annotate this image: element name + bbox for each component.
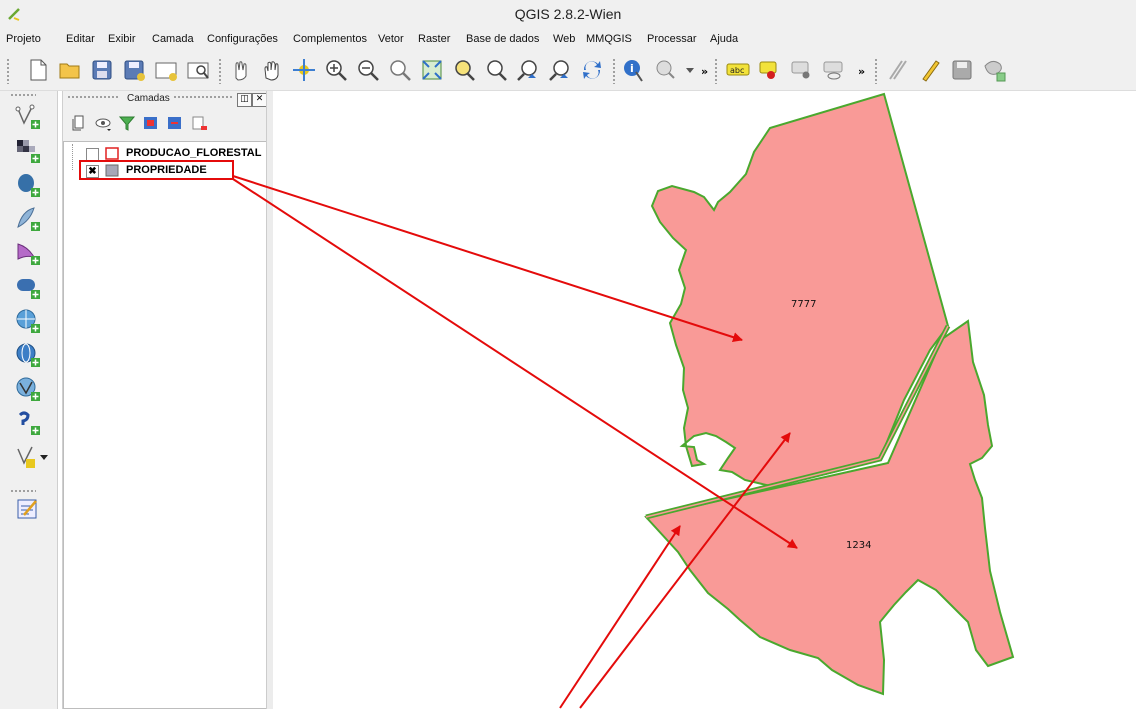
tree-guide (72, 144, 83, 170)
layer-symbol-icon[interactable] (105, 164, 119, 177)
expand-all-icon[interactable] (141, 113, 161, 133)
panel-grip[interactable] (173, 95, 233, 99)
manage-visibility-icon[interactable] (93, 113, 113, 133)
feature-label: 1234 (846, 540, 871, 551)
add-mssql-layer-icon[interactable] (14, 239, 42, 267)
title-bar: QGIS 2.8.2-Wien (0, 0, 1136, 30)
toolbar-overflow[interactable]: » (858, 65, 865, 78)
zoom-to-layer-icon[interactable] (482, 56, 510, 84)
open-project-icon[interactable] (56, 56, 84, 84)
add-annotation-icon[interactable] (14, 495, 42, 523)
dropdown-arrow-icon[interactable] (676, 56, 704, 84)
new-project-icon[interactable] (24, 56, 52, 84)
collapse-all-icon[interactable] (165, 113, 185, 133)
new-print-composer-icon[interactable] (152, 56, 180, 84)
toggle-editing-icon[interactable] (916, 56, 944, 84)
toolbar-grip[interactable] (874, 58, 878, 84)
zoom-out-icon[interactable] (354, 56, 382, 84)
close-panel-button[interactable]: ✕ (252, 93, 267, 107)
save-as-icon[interactable] (120, 56, 148, 84)
menu-complementos[interactable]: Complementos (293, 33, 367, 45)
window-title: QGIS 2.8.2-Wien (514, 6, 622, 22)
toolbar-grip[interactable] (6, 58, 10, 84)
menu-mmqgis[interactable]: MMQGIS (586, 33, 632, 45)
zoom-next-icon[interactable] (546, 56, 574, 84)
layer-labeling-icon[interactable] (756, 56, 784, 84)
add-raster-layer-icon[interactable] (14, 137, 42, 165)
add-wfs-layer-icon[interactable] (14, 375, 42, 403)
identify-features-icon[interactable]: i (620, 56, 648, 84)
zoom-full-icon[interactable] (418, 56, 446, 84)
add-wms-layer-icon[interactable] (14, 307, 42, 335)
add-spatialite-layer-icon[interactable] (14, 205, 42, 233)
pin-labels-icon[interactable] (788, 56, 816, 84)
toolbar-grip[interactable] (714, 58, 718, 84)
panel-grip[interactable] (67, 95, 119, 99)
toolbar-grip[interactable] (10, 489, 36, 493)
menu-web[interactable]: Web (553, 33, 575, 45)
current-edits-icon[interactable] (884, 56, 912, 84)
menu-projeto[interactable]: Projeto (6, 33, 41, 45)
pan-map-icon[interactable] (258, 56, 286, 84)
show-hide-labels-icon[interactable] (820, 56, 848, 84)
zoom-to-selection-icon[interactable] (450, 56, 478, 84)
panel-title: Camadas (127, 93, 170, 104)
new-shapefile-layer-icon[interactable] (14, 443, 50, 471)
label-icon[interactable]: abc (724, 56, 752, 84)
refresh-icon[interactable] (578, 56, 606, 84)
menu-exibir[interactable]: Exibir (108, 33, 136, 45)
menu-vetor[interactable]: Vetor (378, 33, 404, 45)
zoom-in-icon[interactable] (322, 56, 350, 84)
filter-legend-icon[interactable] (117, 113, 137, 133)
toolbar-grip[interactable] (10, 93, 36, 97)
save-layer-edits-icon[interactable] (948, 56, 976, 84)
map-canvas[interactable]: 7777 1234 (273, 91, 1136, 709)
main-toolbar: i » abc » (0, 50, 1136, 91)
feature-label: 7777 (791, 299, 816, 310)
layers-panel-toolbar (63, 111, 273, 137)
add-group-icon[interactable] (69, 113, 89, 133)
menu-bar: Projeto Editar Exibir Camada Configuraçõ… (0, 30, 1136, 50)
add-wcs-layer-icon[interactable] (14, 341, 42, 369)
layers-panel: Camadas ◫ ✕ PRODUCAO_FLORESTAL ✖ PROPRIE… (62, 91, 273, 709)
save-project-icon[interactable] (88, 56, 116, 84)
manage-layers-toolbar (0, 91, 58, 709)
menu-ajuda[interactable]: Ajuda (710, 33, 738, 45)
add-delimited-text-layer-icon[interactable] (14, 409, 42, 437)
map-svg: 7777 1234 (644, 92, 1015, 696)
layer-tree: PRODUCAO_FLORESTAL ✖ PROPRIEDADE (63, 141, 268, 709)
pan-to-selection-icon[interactable] (290, 56, 318, 84)
add-feature-icon[interactable] (980, 56, 1008, 84)
zoom-last-icon[interactable] (514, 56, 542, 84)
menu-processar[interactable]: Processar (647, 33, 697, 45)
composer-manager-icon[interactable] (184, 56, 212, 84)
svg-text:i: i (630, 62, 634, 75)
layer-symbol-icon[interactable] (105, 147, 119, 160)
layer-visibility-checkbox[interactable] (86, 148, 99, 161)
zoom-actual-size-icon[interactable] (386, 56, 414, 84)
menu-base-de-dados[interactable]: Base de dados (466, 33, 539, 45)
toolbar-overflow[interactable]: » (701, 65, 708, 78)
add-vector-layer-icon[interactable] (14, 103, 42, 131)
remove-layer-icon[interactable] (189, 113, 209, 133)
float-panel-button[interactable]: ◫ (237, 93, 252, 107)
layer-visibility-checkbox[interactable]: ✖ (86, 165, 99, 178)
label-tool-text: abc (730, 66, 744, 75)
menu-configuracoes[interactable]: Configurações (207, 33, 278, 45)
toolbar-grip[interactable] (612, 58, 616, 84)
add-postgis-layer-icon[interactable] (14, 171, 42, 199)
toolbar-grip[interactable] (218, 58, 222, 84)
layer-name[interactable]: PRODUCAO_FLORESTAL (126, 147, 261, 159)
add-oracle-layer-icon[interactable] (14, 273, 42, 301)
touch-zoom-icon[interactable] (226, 56, 254, 84)
layer-name[interactable]: PROPRIEDADE (126, 164, 207, 176)
menu-raster[interactable]: Raster (418, 33, 450, 45)
menu-camada[interactable]: Camada (152, 33, 194, 45)
menu-editar[interactable]: Editar (66, 33, 95, 45)
